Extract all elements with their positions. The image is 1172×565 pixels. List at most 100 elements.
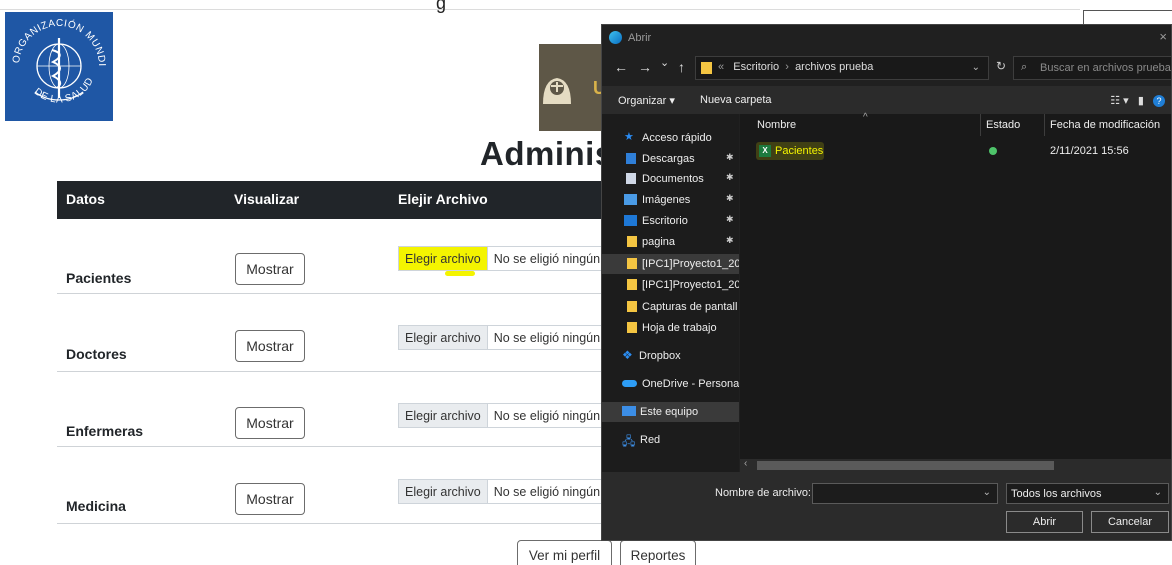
university-logo: U: [539, 44, 601, 131]
column-header-nombre[interactable]: Nombre: [757, 119, 796, 131]
breadcrumb-escritorio[interactable]: Escritorio: [733, 61, 779, 73]
dropbox-icon: ❖: [622, 348, 633, 362]
svg-text:ORGANIZACIÓN MUNDIAL: ORGANIZACIÓN MUNDIAL: [5, 12, 107, 67]
view-mode-icon[interactable]: ☷ ▾: [1110, 95, 1128, 107]
breadcrumb-overflow[interactable]: «: [718, 61, 724, 73]
preview-pane-icon[interactable]: ▮: [1138, 95, 1144, 107]
open-file-dialog: Abrir × ← → ⌄ ↑ « Escritorio › archivos …: [601, 24, 1172, 541]
sidebar-item-escritorio[interactable]: Escritorio ✱: [602, 211, 739, 231]
sidebar-item-descargas[interactable]: Descargas ✱: [602, 149, 739, 169]
chevron-down-icon[interactable]: ⌄: [983, 487, 991, 498]
oms-logo: ORGANIZACIÓN MUNDIAL DE LA SALUD: [5, 12, 113, 121]
column-divider[interactable]: [1044, 114, 1045, 136]
address-bar[interactable]: « Escritorio › archivos prueba ⌄: [695, 56, 989, 80]
search-icon: ⌕: [1021, 61, 1028, 73]
navigation-pane: ★ Acceso rápido Descargas ✱ Documentos ✱…: [602, 114, 739, 472]
dialog-footer: Nombre de archivo: ⌄ Todos los archivos …: [602, 472, 1171, 540]
chevron-down-icon[interactable]: ⌄: [972, 62, 980, 73]
view-options[interactable]: ☷ ▾ ▮ ?: [1110, 94, 1165, 107]
file-list: Nombre ^ Estado Fecha de modificación X …: [740, 112, 1171, 472]
sidebar-item-proyecto1-b[interactable]: [IPC1]Proyecto1_20: [602, 275, 739, 295]
column-divider[interactable]: [980, 114, 981, 136]
sidebar-item-dropbox[interactable]: ❖ Dropbox: [602, 346, 739, 366]
no-file-text: No se eligió ningún: [493, 251, 601, 266]
folder-icon: [627, 258, 637, 269]
choose-file-button[interactable]: Elegir archivo: [399, 326, 488, 349]
sidebar-item-imagenes[interactable]: Imágenes ✱: [602, 190, 739, 210]
search-placeholder: Buscar en archivos prueba: [1040, 62, 1171, 74]
document-icon: [626, 173, 636, 184]
file-type-filter[interactable]: Todos los archivos ⌄: [1006, 483, 1169, 504]
search-box[interactable]: ⌕ Buscar en archivos prueba: [1013, 56, 1171, 80]
row-label-enfermeras: Enfermeras: [66, 423, 144, 439]
column-header-estado[interactable]: Estado: [986, 119, 1020, 131]
new-folder-button[interactable]: Nueva carpeta: [700, 94, 772, 106]
recent-locations-icon[interactable]: ⌄: [660, 56, 669, 69]
file-row-pacientes[interactable]: X Pacientes 2/11/2021 15:56: [740, 142, 1171, 162]
mostrar-doctores-button[interactable]: Mostrar: [235, 330, 305, 362]
scrollbar-thumb[interactable]: [757, 461, 1054, 470]
dialog-titlebar: Abrir ×: [602, 25, 1171, 52]
sidebar-item-capturas[interactable]: Capturas de pantall: [602, 297, 739, 317]
sidebar-item-hoja-de-trabajo[interactable]: Hoja de trabajo: [602, 318, 739, 338]
mostrar-pacientes-button[interactable]: Mostrar: [235, 253, 305, 285]
close-icon[interactable]: ×: [1159, 29, 1167, 44]
open-button[interactable]: Abrir: [1006, 511, 1083, 533]
page-title: Adminis: [480, 135, 614, 172]
organize-menu[interactable]: Organizar ▾: [618, 94, 675, 107]
sidebar-item-label: Imágenes: [642, 194, 691, 206]
browser-page: g ORGANIZACIÓN MUNDIAL DE LA SALUD: [0, 0, 1172, 565]
sidebar-item-este-equipo[interactable]: Este equipo: [602, 402, 739, 422]
cancel-button[interactable]: Cancelar: [1091, 511, 1169, 533]
choose-file-button[interactable]: Elegir archivo: [399, 480, 488, 503]
mostrar-enfermeras-button[interactable]: Mostrar: [235, 407, 305, 439]
back-arrow-icon[interactable]: ←: [614, 59, 628, 75]
file-input-doctores[interactable]: Elegir archivo No se eligió ningún: [398, 325, 602, 350]
file-name: Pacientes: [775, 145, 824, 157]
up-arrow-icon[interactable]: ↑: [678, 59, 685, 75]
forward-arrow-icon[interactable]: →: [638, 59, 652, 75]
file-input-enfermeras[interactable]: Elegir archivo No se eligió ningún: [398, 403, 602, 428]
sidebar-item-onedrive[interactable]: OneDrive - Personal: [602, 374, 739, 394]
sidebar-item-label: Documentos: [642, 173, 704, 185]
file-input-pacientes[interactable]: Elegir archivo No se eligió ningún: [398, 246, 602, 271]
scroll-left-icon[interactable]: ‹: [744, 458, 747, 469]
command-bar: Organizar ▾ Nueva carpeta ☷ ▾ ▮ ?: [602, 86, 1171, 114]
mostrar-medicina-button[interactable]: Mostrar: [235, 483, 305, 515]
sidebar-item-label: Este equipo: [640, 406, 699, 418]
breadcrumb-archivos-prueba[interactable]: archivos prueba: [795, 61, 873, 73]
choose-file-button[interactable]: Elegir archivo: [399, 247, 488, 270]
sidebar-item-label: Red: [640, 434, 661, 446]
refresh-icon[interactable]: ↻: [989, 59, 1013, 73]
sidebar-item-pagina[interactable]: pagina ✱: [602, 232, 739, 252]
sidebar-item-label: [IPC1]Proyecto1_20: [642, 258, 739, 270]
browser-app-icon: [609, 31, 622, 44]
file-type-filter-value: Todos los archivos: [1011, 488, 1102, 500]
reports-button[interactable]: Reportes: [620, 540, 696, 565]
chevron-down-icon[interactable]: ⌄: [1154, 487, 1162, 498]
choose-file-button[interactable]: Elegir archivo: [399, 404, 488, 427]
sidebar-item-documentos[interactable]: Documentos ✱: [602, 169, 739, 189]
column-header-fecha[interactable]: Fecha de modificación: [1050, 119, 1160, 131]
help-icon[interactable]: ?: [1153, 95, 1165, 107]
horizontal-scrollbar[interactable]: ‹: [740, 458, 1171, 472]
breadcrumb-separator: ›: [785, 61, 789, 73]
computer-icon: [622, 406, 636, 416]
profile-button[interactable]: Ver mi perfil: [517, 540, 612, 565]
sidebar-item-proyecto1-a[interactable]: [IPC1]Proyecto1_20: [602, 254, 739, 274]
sidebar-item-label: Acceso rápido: [642, 132, 712, 144]
row-divider: [57, 293, 602, 294]
header-divider: [0, 9, 1080, 10]
file-input-medicina[interactable]: Elegir archivo No se eligió ningún: [398, 479, 602, 504]
cloud-icon: [622, 380, 637, 387]
sidebar-item-label: Descargas: [642, 153, 695, 165]
sidebar-item-acceso-rapido[interactable]: ★ Acceso rápido: [602, 128, 739, 148]
sidebar-item-red[interactable]: 🖧 Red: [602, 430, 739, 450]
file-name-input[interactable]: ⌄: [812, 483, 998, 504]
address-row: ← → ⌄ ↑ « Escritorio › archivos prueba ⌄…: [602, 54, 1171, 82]
pin-icon: ✱: [726, 214, 734, 224]
download-icon: [626, 153, 636, 164]
sidebar-item-label: Hoja de trabajo: [642, 322, 717, 334]
breadcrumb[interactable]: « Escritorio › archivos prueba: [718, 61, 873, 73]
excel-file-icon: X: [759, 145, 771, 157]
